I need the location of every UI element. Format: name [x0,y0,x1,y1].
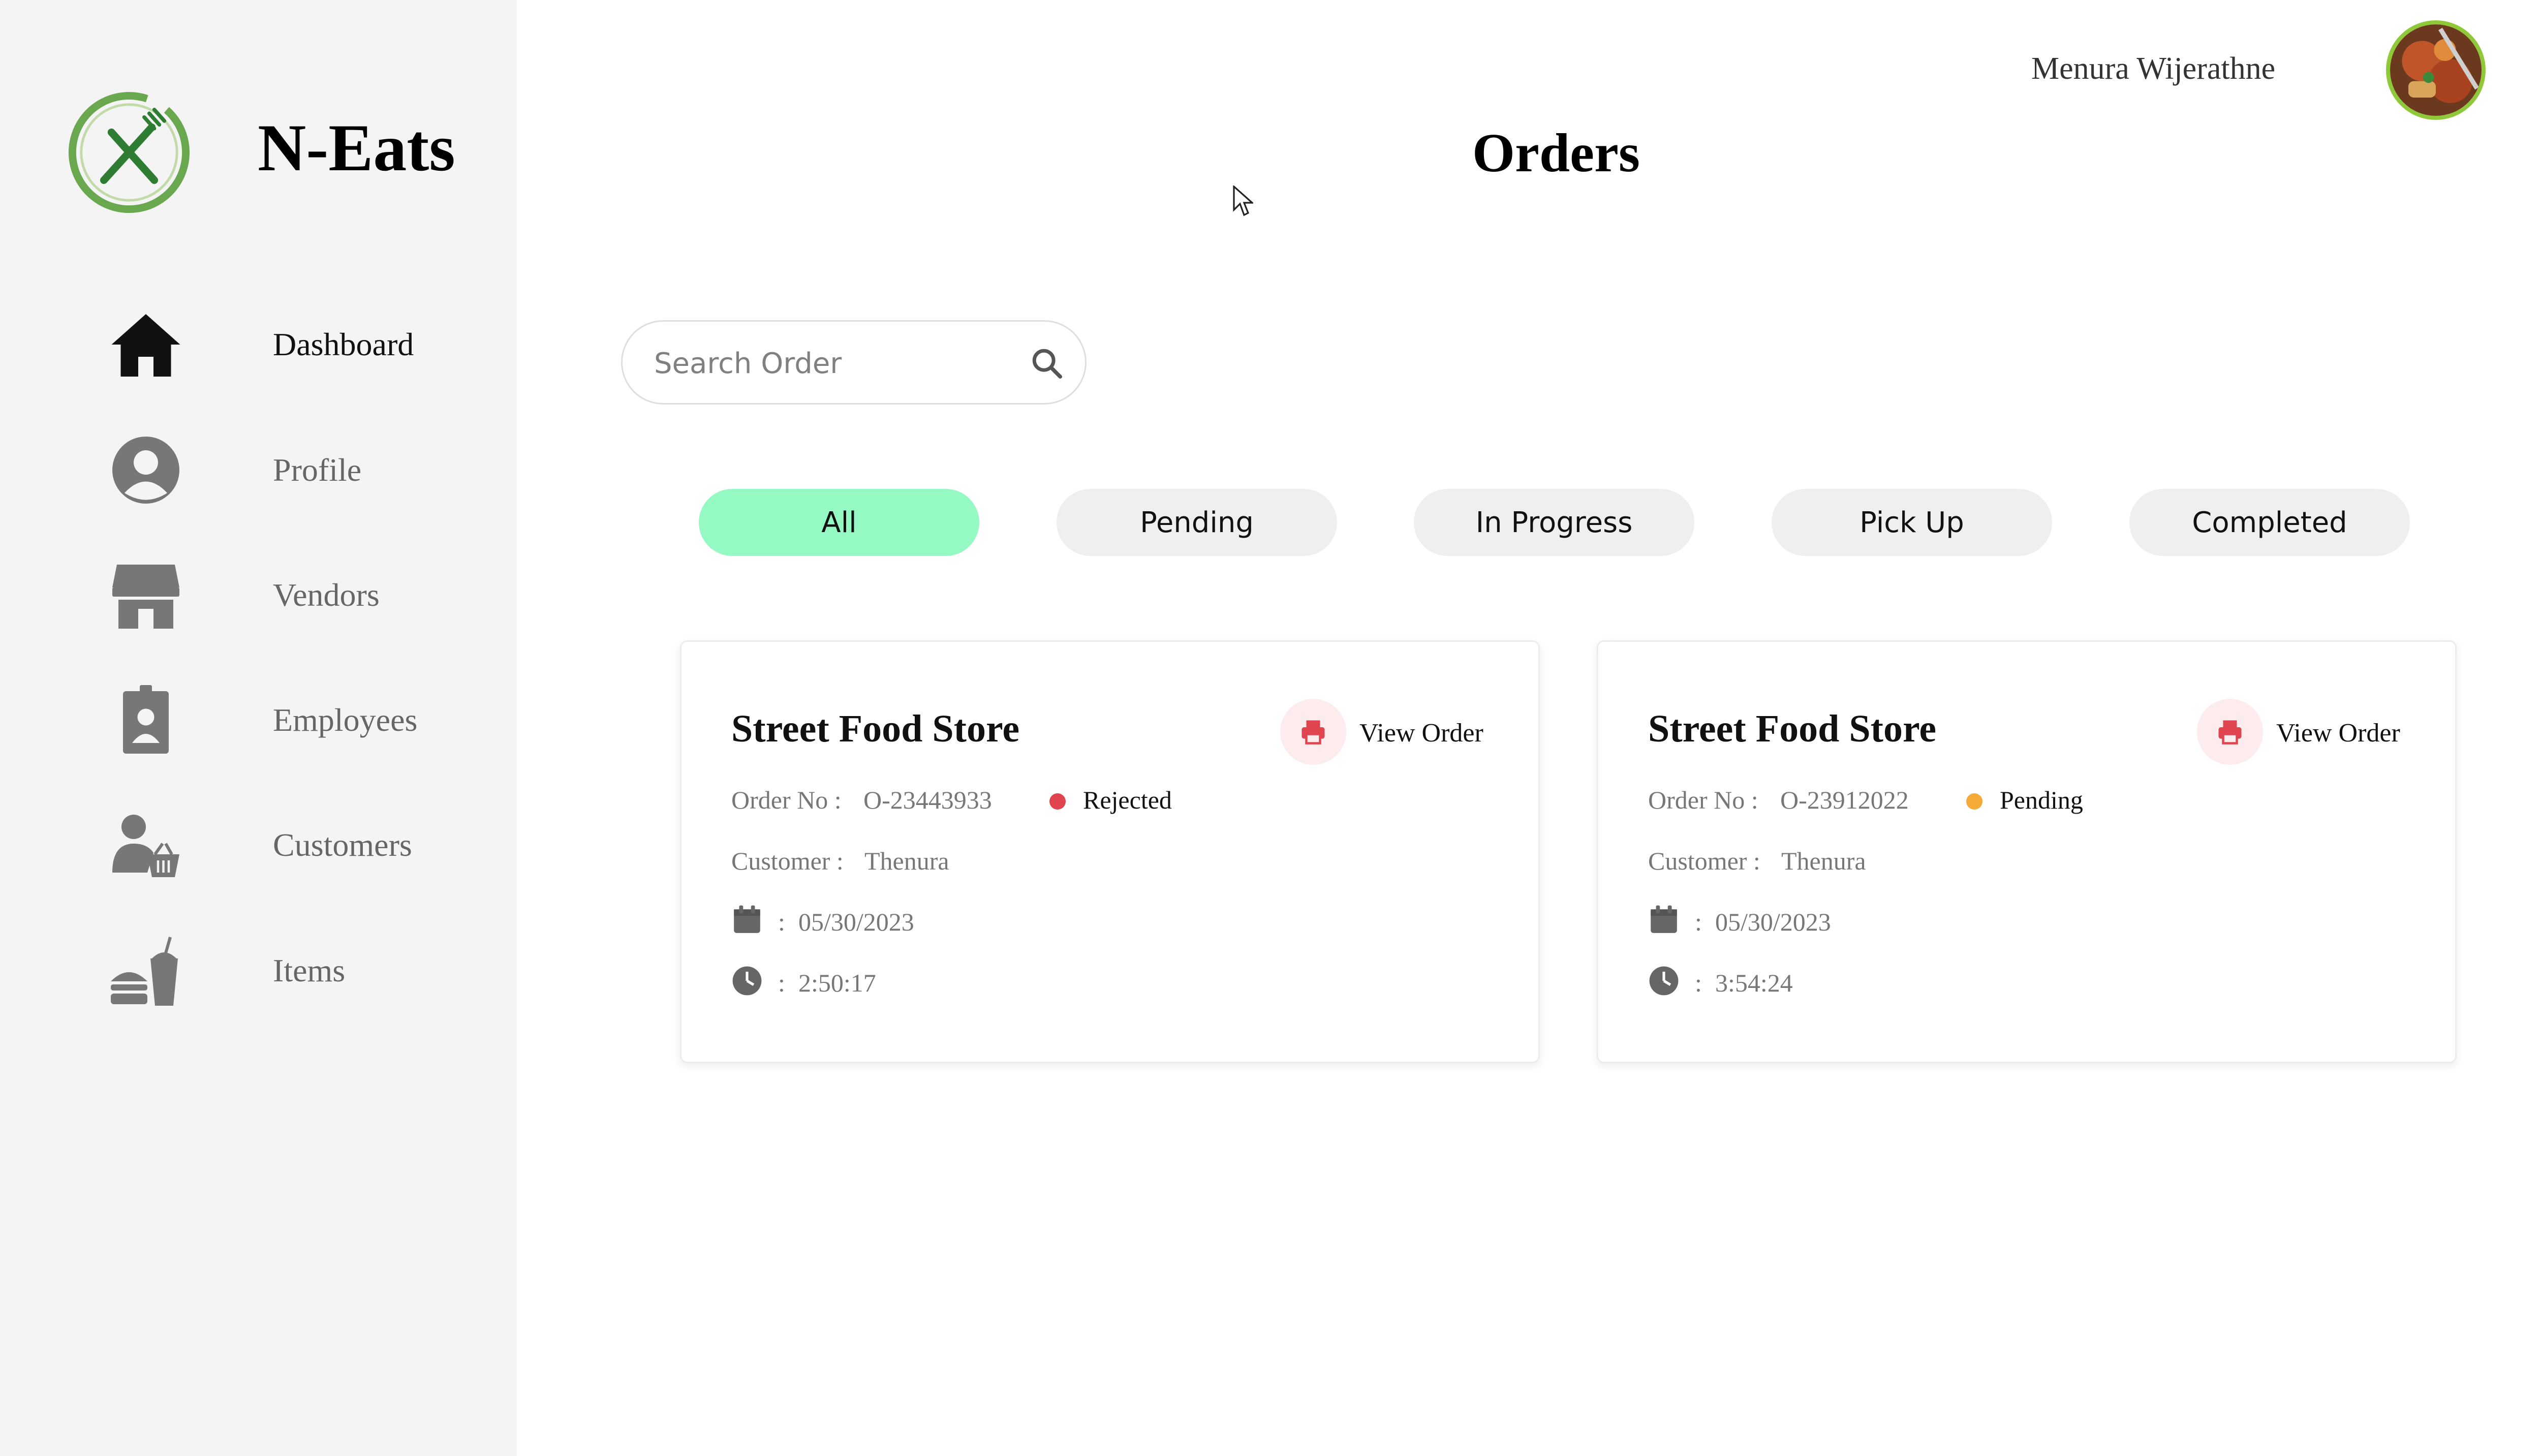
sidebar-item-customers[interactable]: Customers [0,794,517,896]
avatar-image [2390,24,2482,116]
sidebar-item-label: Dashboard [273,326,414,362]
tab-in-progress[interactable]: In Progress [1414,489,1694,556]
order-date: 05/30/2023 [798,908,914,936]
mouse-cursor-icon [1233,185,1253,216]
sidebar: N-Eats Dashboard Profile Vendors Employe… [0,0,517,1456]
clock-icon [1649,966,1679,996]
logo [66,89,192,215]
status-dot [1049,793,1066,810]
tab-pick-up[interactable]: Pick Up [1772,489,2052,556]
time-separator: : [778,969,785,997]
customer-label: Customer : [1648,847,1760,875]
customer-name: Thenura [1781,847,1866,875]
calendar-icon [1651,905,1677,933]
home-icon [111,314,180,377]
id-badge-icon [123,685,169,754]
tab-completed[interactable]: Completed [2129,489,2410,556]
search-input[interactable] [654,342,1010,385]
calendar-icon [734,905,760,933]
brand-name: N-Eats [258,110,455,185]
order-card: Street Food Store View Order Order No : … [1597,640,2457,1063]
status-badge: Pending [2000,786,2083,814]
printer-icon [1302,720,1325,745]
fork-knife-icon [68,91,190,213]
print-button-bg [1280,699,1346,765]
store-icon [112,565,179,629]
status-badge: Rejected [1083,786,1172,814]
sidebar-item-label: Profile [273,452,362,488]
clock-icon [732,966,762,996]
view-order-label: View Order [2276,719,2400,748]
user-circle-icon [112,437,179,504]
order-no: O-23912022 [1780,786,1909,814]
user-basket-icon [112,815,179,877]
user-name: Menura Wijerathne [2031,51,2276,86]
sidebar-item-items[interactable]: Items [0,920,517,1021]
date-separator: : [778,908,785,936]
customer-label: Customer : [731,847,844,875]
order-no-label: Order No : [731,786,842,814]
view-order-button[interactable]: View Order [1280,699,1514,765]
sidebar-item-profile[interactable]: Profile [0,419,517,521]
order-time: 3:54:24 [1715,969,1793,997]
order-no: O-23443933 [863,786,992,814]
order-time: 2:50:17 [798,969,876,997]
print-button-bg [2197,699,2263,765]
store-name: Street Food Store [1648,707,1937,750]
tab-all[interactable]: All [699,489,979,556]
sidebar-item-dashboard[interactable]: Dashboard [0,294,517,395]
page-title: Orders [1472,123,1640,183]
sidebar-item-vendors[interactable]: Vendors [0,544,517,646]
tab-pending[interactable]: Pending [1057,489,1337,556]
order-card: Street Food Store View Order Order No : … [680,640,1540,1063]
sidebar-item-label: Items [273,952,346,988]
view-order-label: View Order [1359,719,1483,748]
search-icon[interactable] [1029,346,1065,381]
order-no-label: Order No : [1648,786,1758,814]
order-date: 05/30/2023 [1715,908,1831,936]
avatar[interactable] [2386,20,2486,120]
date-separator: : [1695,908,1702,936]
store-name: Street Food Store [731,707,1020,750]
sidebar-item-label: Employees [273,702,418,738]
sidebar-item-label: Customers [273,827,412,863]
search-bar [621,320,1087,405]
sidebar-item-employees[interactable]: Employees [0,669,517,771]
time-separator: : [1695,969,1702,997]
customer-name: Thenura [864,847,949,875]
food-drink-icon [111,937,178,1006]
sidebar-item-label: Vendors [273,577,380,613]
status-dot [1966,793,1982,810]
printer-icon [2218,720,2242,745]
view-order-button[interactable]: View Order [2197,699,2431,765]
